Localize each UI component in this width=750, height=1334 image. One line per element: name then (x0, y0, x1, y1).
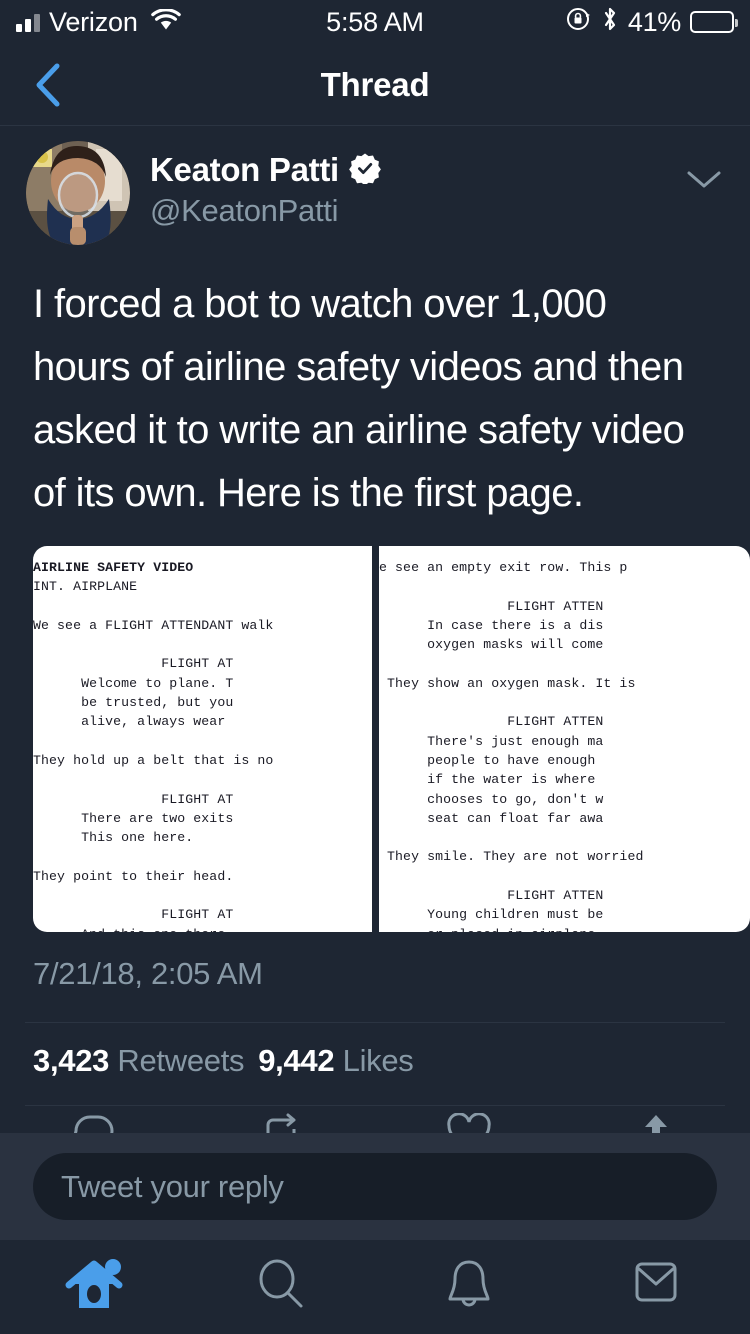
envelope-icon (635, 1262, 677, 1302)
retweets-label[interactable]: Retweets (117, 1043, 244, 1078)
screenplay-page-left-body: INT. AIRPLANE We see a FLIGHT ATTENDANT … (33, 579, 274, 932)
tab-search[interactable] (188, 1258, 376, 1328)
battery-percent-label: 41% (627, 6, 681, 37)
status-bar-right: 41% (566, 6, 738, 39)
avatar[interactable] (26, 141, 130, 245)
verified-badge-icon (349, 152, 381, 189)
tab-home[interactable] (0, 1258, 188, 1328)
tweet-options-button[interactable] (682, 157, 726, 201)
author-name-block: Keaton Patti @KeatonPatti (150, 141, 381, 229)
tweet-timestamp: 7/21/18, 2:05 AM (33, 956, 263, 991)
likes-label[interactable]: Likes (343, 1043, 414, 1078)
display-name: Keaton Patti (150, 151, 339, 188)
divider-top (25, 1022, 725, 1023)
tab-notifications[interactable] (375, 1258, 563, 1328)
home-icon (65, 1259, 123, 1308)
reply-input[interactable] (33, 1153, 717, 1220)
screenplay-page-left[interactable]: AIRLINE SAFETY VIDEO INT. AIRPLANE We se… (33, 546, 372, 932)
tweet-text: I forced a bot to watch over 1,000 hours… (33, 282, 685, 515)
chevron-left-icon (36, 63, 60, 106)
bell-icon (448, 1260, 490, 1307)
wifi-icon (150, 7, 181, 38)
avatar-photo (26, 141, 130, 245)
handle: @KeatonPatti (150, 193, 339, 228)
tab-bar (0, 1240, 750, 1334)
likes-count[interactable]: 9,442 (258, 1043, 334, 1078)
tweet-stats: 3,423 Retweets 9,442 Likes (33, 1043, 414, 1079)
tweet-author-row: Keaton Patti @KeatonPatti (0, 127, 750, 245)
carrier-label: Verizon (49, 6, 138, 37)
divider-bottom (25, 1105, 725, 1106)
status-bar: Verizon 5:58 AM 41% (0, 0, 750, 44)
screenplay-page-right-text: We see an empty exit row. This p FLIGHT … (379, 560, 644, 932)
status-bar-left: Verizon (16, 7, 181, 38)
reply-bar (0, 1133, 750, 1240)
tweet-media[interactable]: AIRLINE SAFETY VIDEO INT. AIRPLANE We se… (33, 546, 750, 932)
search-icon (259, 1259, 303, 1308)
page-title: Thread (320, 65, 430, 103)
back-button[interactable] (24, 61, 72, 109)
screenplay-page-left-text: AIRLINE SAFETY VIDEO INT. AIRPLANE We se… (33, 546, 273, 932)
tweet-detail: Keaton Patti @KeatonPatti I forced a bot… (0, 127, 750, 525)
navigation-bar: Thread (0, 44, 750, 126)
tab-messages[interactable] (563, 1258, 750, 1328)
battery-icon (690, 11, 738, 33)
signal-bars-icon (16, 12, 40, 32)
rotation-lock-icon (566, 6, 592, 39)
screenplay-title: AIRLINE SAFETY VIDEO (33, 560, 194, 575)
bluetooth-icon (601, 6, 619, 39)
home-badge-dot (104, 1259, 121, 1275)
retweets-count[interactable]: 3,423 (33, 1043, 109, 1078)
chevron-down-icon (687, 171, 721, 188)
app-screen: Verizon 5:58 AM 41% Thread Keaton Patti … (0, 0, 750, 1334)
screenplay-page-right[interactable]: We see an empty exit row. This p FLIGHT … (379, 546, 750, 932)
